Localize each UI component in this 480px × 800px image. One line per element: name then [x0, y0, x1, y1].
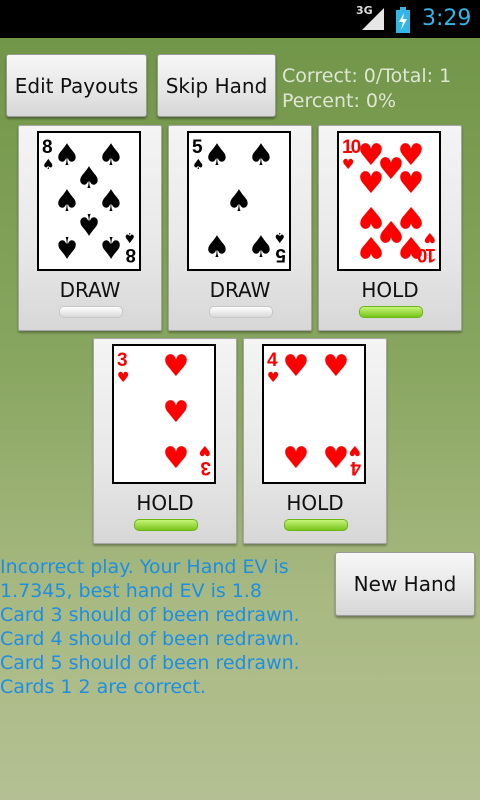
card-slot-5[interactable]: 4 ♥ 4 ♥ ♥ ♥ ♥ ♥ HOLD [243, 338, 387, 544]
heart-pip-icon: ♥ [283, 441, 310, 476]
svg-text:♥: ♥ [198, 442, 211, 458]
card-action-label: DRAW [209, 278, 271, 302]
heart-pip-icon: ♥ [358, 166, 385, 201]
card-face: 3♥3♥♥♥♥ [117, 349, 211, 478]
heart-pip-icon: ♥ [323, 441, 350, 476]
svg-text:♥: ♥ [348, 442, 361, 458]
svg-text:5: 5 [275, 244, 286, 265]
hold-indicator [134, 519, 198, 531]
card-slot-4[interactable]: 3 ♥ 3 ♥ ♥ ♥ ♥ HOLD [93, 338, 237, 544]
skip-hand-button[interactable]: Skip Hand [157, 54, 276, 117]
heart-icon: ♥ [117, 370, 130, 386]
heart-pip-icon: ♥ [163, 441, 190, 476]
battery-charging-icon [396, 7, 410, 33]
card-rank-label: 5 [192, 137, 203, 158]
card-corner-inverted: 3♥ [198, 442, 211, 478]
card-action-label: HOLD [286, 491, 344, 515]
heart-pip-icon: ♥ [163, 349, 190, 384]
card-corner-inverted: 4♥ [348, 442, 361, 478]
heart-icon: ♥ [342, 157, 355, 173]
status-bar: 3G 3:29 [0, 0, 480, 38]
heart-icon: ♥ [267, 370, 280, 386]
card-face: 10♥10♥♥ ♥♥♥ ♥♥ ♥♥♥ ♥ [342, 137, 436, 265]
message-line: Card 5 should of been redrawn. [0, 652, 300, 674]
svg-text:3: 3 [200, 457, 211, 478]
spade-pip-icon: ♠ [204, 138, 231, 173]
spade-pip-icon: ♠ [248, 138, 275, 173]
spade-pip-icon: ♠ [204, 230, 231, 265]
hold-indicator [359, 306, 423, 318]
playing-card[interactable]: 8 ♠ 8 ♠ ♠ ♠ ♠ ♠ ♠ ♠ ♠ ♠ [37, 131, 141, 271]
signal-icon [362, 8, 384, 30]
card-corner-inverted: 5♠ [273, 229, 286, 265]
card-action-label: DRAW [59, 278, 121, 302]
message-line: 1.7345, best hand EV is 1.8 [0, 580, 263, 602]
card-face: 5♠5♠♠ ♠♠♠ ♠ [192, 137, 286, 265]
heart-pip-icon: ♥ [398, 229, 425, 264]
card-slot-2[interactable]: 5 ♠ 5 ♠ ♠ ♠ ♠ ♠ ♠ DRAW [168, 125, 312, 331]
heart-pip-icon: ♥ [163, 395, 190, 430]
svg-text:4: 4 [350, 457, 361, 478]
card-action-label: HOLD [361, 278, 419, 302]
correct-total-label: Correct: 0/Total: 1 [282, 65, 452, 87]
heart-pip-icon: ♥ [323, 349, 350, 384]
percent-label: Percent: 0% [282, 90, 397, 112]
heart-pip-icon: ♥ [283, 349, 310, 384]
message-line: Cards 1 2 are correct. [0, 676, 206, 698]
hold-indicator [284, 519, 348, 531]
spade-pip-icon: ♠ [54, 229, 81, 264]
card-rank-label: 8 [42, 137, 53, 158]
card-action-label: HOLD [136, 491, 194, 515]
hold-indicator [209, 306, 273, 318]
stats-panel: Correct: 0/Total: 1 Percent: 0% [282, 64, 451, 114]
heart-pip-icon: ♥ [398, 166, 425, 201]
svg-text:8: 8 [125, 244, 136, 265]
message-line: Card 3 should of been redrawn. [0, 604, 300, 626]
message-line: Incorrect play. Your Hand EV is [0, 556, 289, 578]
edit-payouts-button[interactable]: Edit Payouts [6, 54, 147, 117]
new-hand-button[interactable]: New Hand [335, 552, 475, 616]
message-line: Card 4 should of been redrawn. [0, 628, 300, 650]
playing-card[interactable]: 4 ♥ 4 ♥ ♥ ♥ ♥ ♥ [262, 344, 366, 484]
card-face: 4♥4♥♥ ♥♥ ♥ [267, 349, 361, 478]
status-clock: 3:29 [422, 6, 472, 31]
spade-pip-icon: ♠ [98, 229, 125, 264]
card-rank-label: 3 [117, 350, 128, 371]
card-slot-1[interactable]: 8 ♠ 8 ♠ ♠ ♠ ♠ ♠ ♠ ♠ ♠ ♠ DRAW [18, 125, 162, 331]
svg-text:♠: ♠ [273, 229, 286, 245]
playing-card[interactable]: 5 ♠ 5 ♠ ♠ ♠ ♠ ♠ ♠ [187, 131, 291, 271]
playing-card[interactable]: 10 ♥ 10 ♥ ♥ ♥ ♥ ♥ ♥ ♥ ♥ ♥ ♥ ♥ [337, 131, 441, 271]
spade-pip-icon: ♠ [248, 230, 275, 265]
heart-pip-icon: ♥ [358, 229, 385, 264]
card-face: 8♠8♠♠ ♠♠♠ ♠♠♠ ♠ [42, 137, 136, 265]
playing-card[interactable]: 3 ♥ 3 ♥ ♥ ♥ ♥ [112, 344, 216, 484]
hold-indicator [59, 306, 123, 318]
result-message: Incorrect play. Your Hand EV is 1.7345, … [0, 555, 320, 699]
card-rank-label: 4 [267, 350, 278, 371]
card-slot-3[interactable]: 10 ♥ 10 ♥ ♥ ♥ ♥ ♥ ♥ ♥ ♥ ♥ ♥ ♥ HOLD [318, 125, 462, 331]
spade-pip-icon: ♠ [226, 184, 253, 219]
